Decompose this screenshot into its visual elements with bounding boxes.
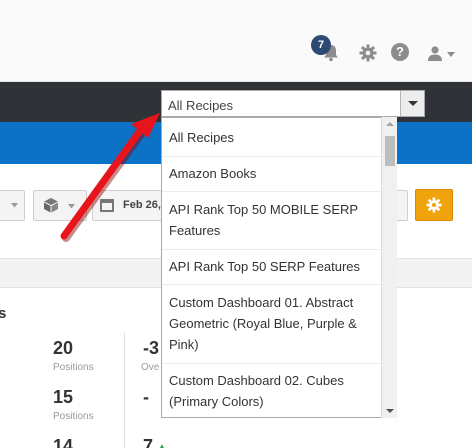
gear-icon <box>359 44 377 62</box>
date-range-button-edge[interactable] <box>396 190 408 221</box>
recipe-select[interactable]: All Recipes <box>161 90 425 117</box>
gear-icon <box>426 197 442 213</box>
scroll-up-icon[interactable] <box>386 122 394 126</box>
recipe-option[interactable]: All Recipes <box>162 127 382 148</box>
calendar-icon <box>100 199 114 212</box>
change-value: 7 <box>143 436 154 448</box>
option-divider <box>162 156 382 157</box>
recipe-option[interactable]: API Rank Top 50 SERP Features <box>162 256 382 277</box>
user-menu-button[interactable] <box>426 40 456 66</box>
chevron-down-icon[interactable] <box>400 91 424 116</box>
chevron-down-icon <box>447 52 456 57</box>
dashboard-settings-button[interactable] <box>415 189 453 221</box>
segment-select-button[interactable] <box>33 190 87 221</box>
option-divider <box>162 191 382 192</box>
date-range-button[interactable]: Feb 26, <box>92 190 172 221</box>
change-label: Ove <box>141 362 160 373</box>
change-value: - <box>143 387 149 407</box>
settings-button[interactable] <box>357 40 379 66</box>
scrollbar-thumb[interactable] <box>385 136 395 166</box>
stat-value: 15 <box>53 387 74 407</box>
column-divider <box>124 333 125 448</box>
recipe-option[interactable]: API Rank Top 50 MOBILE SERP Features <box>162 199 382 241</box>
user-icon <box>427 46 442 61</box>
recipe-option[interactable]: Custom Dashboard 01. Abstract Geometric … <box>162 292 382 355</box>
top-header: 7 ? <box>0 0 472 82</box>
stat-label: Positions <box>53 411 94 422</box>
recipe-select-value: All Recipes <box>168 98 234 113</box>
option-divider <box>162 249 382 250</box>
cube-icon <box>44 198 58 213</box>
recipe-option[interactable]: Amazon Books <box>162 163 382 184</box>
panel-title: s <box>0 305 7 322</box>
recipe-option[interactable]: Custom Dashboard 02. Cubes (Primary Colo… <box>162 370 382 412</box>
dropdown-scrollbar[interactable] <box>381 117 397 418</box>
help-icon[interactable]: ? <box>391 43 409 61</box>
change-value: -3 <box>143 338 160 358</box>
chevron-down-icon <box>11 203 18 208</box>
chevron-down-icon <box>68 204 75 209</box>
date-range-label: Feb 26, <box>123 199 161 211</box>
up-arrow-icon: ▲ <box>157 442 167 448</box>
option-divider <box>162 284 382 285</box>
option-divider <box>162 363 382 364</box>
stat-label: Positions <box>53 362 94 373</box>
toolbar-dropdown-button[interactable] <box>0 190 25 221</box>
stat-value: 14 <box>53 436 74 448</box>
notification-count-badge: 7 <box>311 35 331 55</box>
stat-value: 20 <box>53 338 74 358</box>
scroll-down-icon[interactable] <box>386 409 394 413</box>
recipe-dropdown-list: All Recipes Amazon Books API Rank Top 50… <box>161 117 397 418</box>
